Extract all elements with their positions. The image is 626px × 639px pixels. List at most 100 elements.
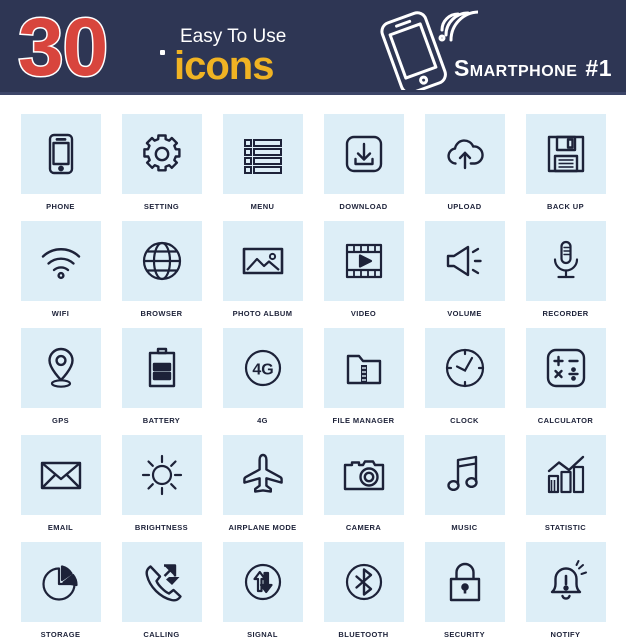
icon-cell-phone[interactable]: PHONE <box>20 114 101 211</box>
icon-label: MUSIC <box>451 523 478 532</box>
icon-cell-notify[interactable]: NOTIFY <box>525 542 606 639</box>
icon-cell-upload[interactable]: UPLOAD <box>424 114 505 211</box>
icon-cell-download[interactable]: DOWNLOAD <box>323 114 404 211</box>
gear-icon <box>142 134 181 172</box>
download-icon <box>345 135 382 173</box>
icon-label: AIRPLANE MODE <box>228 523 297 532</box>
icon-cell-calculator[interactable]: CALCULATOR <box>525 328 606 425</box>
icon-tile[interactable] <box>20 114 101 194</box>
bluetooth-icon <box>345 563 382 601</box>
icon-tile[interactable] <box>20 328 101 408</box>
icon-tile[interactable] <box>121 221 202 301</box>
tagline-dot <box>160 50 165 55</box>
icon-tile[interactable] <box>121 542 202 622</box>
calculator-icon <box>546 348 585 388</box>
padlock-icon <box>449 562 480 602</box>
icon-tile[interactable] <box>525 221 606 301</box>
icon-cell-back-up[interactable]: BACK UP <box>525 114 606 211</box>
icon-tile[interactable] <box>222 542 303 622</box>
wifi-icon <box>41 248 80 280</box>
icon-label: GPS <box>51 416 70 425</box>
icon-tile[interactable] <box>323 542 404 622</box>
icon-tile[interactable] <box>323 114 404 194</box>
icon-tile[interactable] <box>20 542 101 622</box>
folder-zip-icon <box>346 354 381 385</box>
icon-tile[interactable] <box>121 114 202 194</box>
airplane-icon <box>242 453 283 493</box>
battery-icon <box>148 347 175 388</box>
icon-label: EMAIL <box>47 523 74 532</box>
icon-label: NOTIFY <box>550 630 581 639</box>
icon-cell-brightness[interactable]: BRIGHTNESS <box>121 435 202 532</box>
icon-cell-photo-album[interactable]: PHOTO ALBUM <box>222 221 303 318</box>
phone-icon <box>48 133 73 175</box>
icon-tile[interactable] <box>20 221 101 301</box>
speaker-icon <box>446 245 482 277</box>
icon-tile[interactable] <box>525 542 606 622</box>
icon-tile[interactable] <box>222 435 303 515</box>
icon-label: SETTING <box>143 202 180 211</box>
sun-icon <box>141 454 182 496</box>
icon-label: BATTERY <box>142 416 181 425</box>
camera-icon <box>343 460 384 491</box>
icon-tile[interactable] <box>424 221 505 301</box>
icon-cell-video[interactable]: VIDEO <box>323 221 404 318</box>
icon-label: CALCULATOR <box>537 416 594 425</box>
icon-cell-email[interactable]: EMAIL <box>20 435 101 532</box>
icon-tile[interactable] <box>121 328 202 408</box>
icon-cell-camera[interactable]: CAMERA <box>323 435 404 532</box>
icon-tile[interactable] <box>323 221 404 301</box>
icon-label: CAMERA <box>345 523 382 532</box>
icon-cell-statistic[interactable]: STATISTIC <box>525 435 606 532</box>
icon-tile[interactable] <box>121 435 202 515</box>
icon-cell-storage[interactable]: STORAGE <box>20 542 101 639</box>
icon-cell-music[interactable]: MUSIC <box>424 435 505 532</box>
icon-cell-battery[interactable]: BATTERY <box>121 328 202 425</box>
icon-tile[interactable] <box>525 435 606 515</box>
icon-cell-file-manager[interactable]: FILE MANAGER <box>323 328 404 425</box>
icon-tile[interactable] <box>323 435 404 515</box>
icon-tile[interactable] <box>525 114 606 194</box>
icon-cell-menu[interactable]: MENU <box>222 114 303 211</box>
tagline-bottom: icons <box>174 44 274 88</box>
icon-cell-wifi[interactable]: WIFI <box>20 221 101 318</box>
icon-cell-recorder[interactable]: RECORDER <box>525 221 606 318</box>
icon-label: CALLING <box>143 630 180 639</box>
icon-label: FILE MANAGER <box>332 416 395 425</box>
icon-tile[interactable] <box>323 328 404 408</box>
icon-tile[interactable]: 4G <box>222 328 303 408</box>
icon-cell-browser[interactable]: BROWSER <box>121 221 202 318</box>
series-number: #1 <box>585 55 612 81</box>
music-note-icon <box>446 455 478 492</box>
icon-cell-4g[interactable]: 4G 4G <box>222 328 303 425</box>
icon-cell-clock[interactable]: CLOCK <box>424 328 505 425</box>
floppy-disk-icon <box>547 135 584 173</box>
icon-label: VIDEO <box>350 309 377 318</box>
icon-tile[interactable] <box>222 114 303 194</box>
icon-tile[interactable] <box>424 435 505 515</box>
icon-cell-volume[interactable]: VOLUME <box>424 221 505 318</box>
page-header: 30 Easy To Use icons Smartphone #1 <box>0 0 626 95</box>
icon-label: BLUETOOTH <box>338 630 389 639</box>
series-name: Smartphone <box>453 55 578 81</box>
icon-label: CLOCK <box>450 416 479 425</box>
icon-cell-airplane-mode[interactable]: AIRPLANE MODE <box>222 435 303 532</box>
icon-cell-gps[interactable]: GPS <box>20 328 101 425</box>
icon-label: VOLUME <box>447 309 482 318</box>
icon-tile[interactable] <box>525 328 606 408</box>
icon-cell-setting[interactable]: SETTING <box>121 114 202 211</box>
clock-icon <box>445 348 484 388</box>
envelope-icon <box>40 461 81 490</box>
icon-cell-calling[interactable]: CALLING <box>121 542 202 639</box>
icon-tile[interactable] <box>424 542 505 622</box>
icon-cell-security[interactable]: SECURITY <box>424 542 505 639</box>
icon-tile[interactable] <box>222 221 303 301</box>
icon-cell-bluetooth[interactable]: BLUETOOTH <box>323 542 404 639</box>
icon-cell-signal[interactable]: SIGNAL <box>222 542 303 639</box>
icon-tile[interactable] <box>424 114 505 194</box>
icon-tile[interactable] <box>424 328 505 408</box>
photo-icon <box>242 247 283 275</box>
icon-tile[interactable] <box>20 435 101 515</box>
icon-label: WIFI <box>51 309 70 318</box>
icon-label: PHOTO ALBUM <box>232 309 293 318</box>
